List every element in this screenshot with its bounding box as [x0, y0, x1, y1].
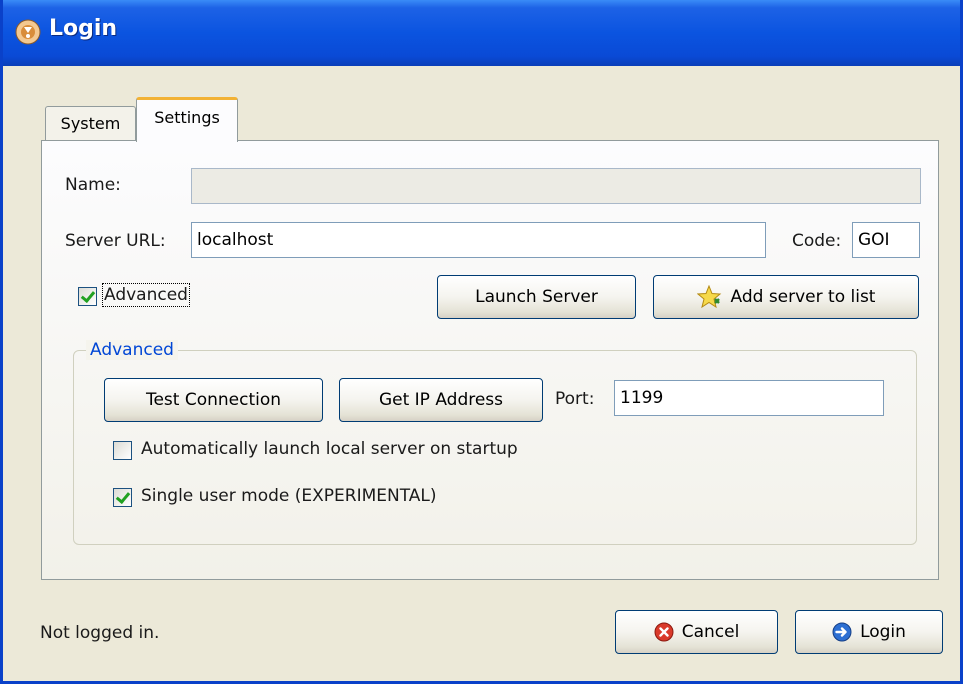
login-arrow-icon	[832, 622, 852, 642]
tab-system[interactable]: System	[45, 106, 136, 140]
port-input[interactable]: 1199	[614, 380, 884, 416]
star-icon	[696, 285, 721, 309]
advanced-checkbox[interactable]	[78, 287, 97, 306]
add-server-button[interactable]: Add server to list	[653, 275, 919, 319]
server-url-input[interactable]: localhost	[191, 222, 766, 258]
auto-launch-label[interactable]: Automatically launch local server on sta…	[141, 439, 518, 459]
get-ip-address-label: Get IP Address	[378, 390, 504, 410]
name-field	[191, 168, 921, 204]
server-url-label: Server URL:	[65, 231, 166, 251]
auto-launch-checkbox[interactable]	[113, 441, 132, 460]
launch-server-label: Launch Server	[475, 287, 598, 307]
advanced-checkbox-label[interactable]: Advanced	[102, 283, 190, 307]
title-bar[interactable]: Login	[3, 0, 960, 66]
advanced-group-title: Advanced	[86, 340, 178, 360]
cancel-button[interactable]: Cancel	[615, 610, 778, 654]
add-server-label: Add server to list	[730, 287, 876, 307]
get-ip-address-button[interactable]: Get IP Address	[339, 378, 543, 422]
login-button[interactable]: Login	[795, 610, 943, 654]
login-window: Login System Settings Name: Server URL: …	[0, 0, 963, 684]
single-user-checkbox[interactable]	[113, 488, 132, 507]
code-input[interactable]: GOI	[852, 222, 920, 258]
code-label: Code:	[792, 231, 842, 251]
single-user-label[interactable]: Single user mode (EXPERIMENTAL)	[141, 486, 437, 506]
cancel-label: Cancel	[681, 622, 740, 642]
app-icon	[15, 19, 41, 45]
test-connection-button[interactable]: Test Connection	[104, 378, 323, 422]
launch-server-button[interactable]: Launch Server	[437, 275, 636, 319]
status-text: Not logged in.	[40, 623, 160, 643]
test-connection-label: Test Connection	[145, 390, 282, 410]
port-label: Port:	[555, 389, 595, 409]
window-title: Login	[49, 16, 118, 41]
login-label: Login	[860, 622, 906, 642]
name-label: Name:	[65, 175, 121, 195]
cancel-icon	[654, 622, 674, 642]
tab-settings[interactable]: Settings	[136, 97, 238, 142]
